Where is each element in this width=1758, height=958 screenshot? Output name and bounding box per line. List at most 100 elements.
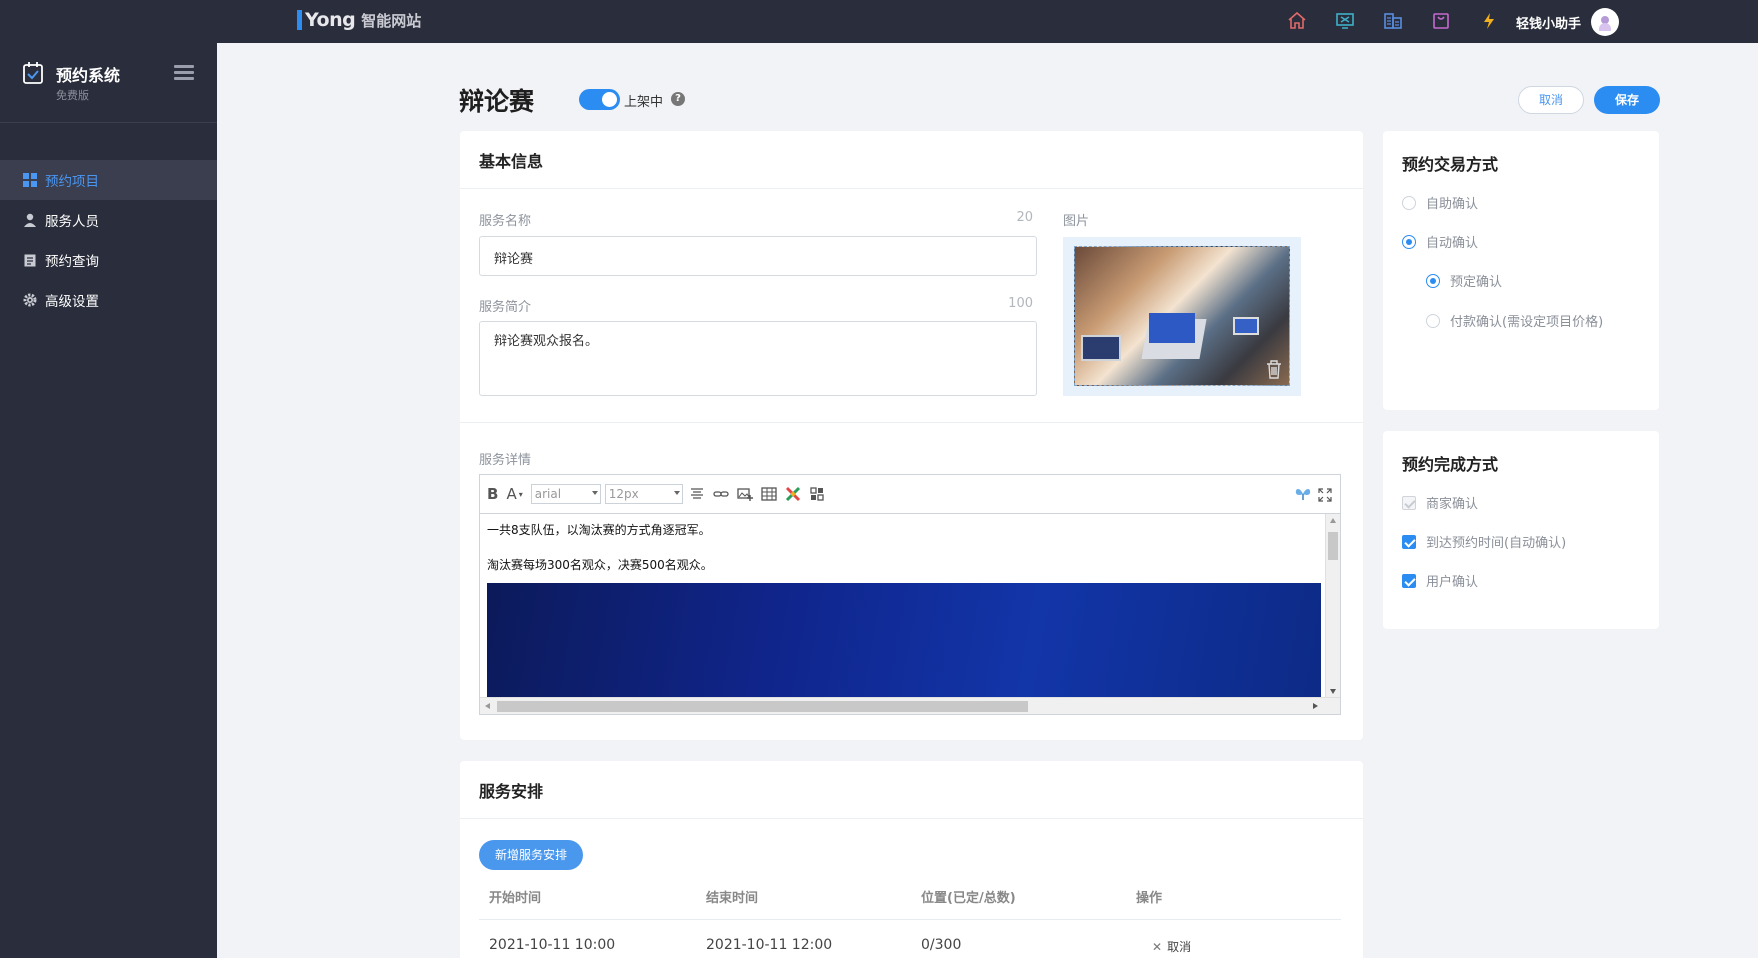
booking-complete-card: 预约完成方式 商家确认 到达预约时间(自动确认) 用户确认 — [1383, 431, 1659, 629]
trash-icon[interactable] — [1265, 359, 1283, 379]
align-icon[interactable] — [689, 486, 705, 502]
bag-icon[interactable] — [1428, 8, 1454, 34]
checkbox-user-confirm[interactable]: 用户确认 — [1402, 571, 1478, 590]
service-name-input[interactable]: 辩论赛 — [479, 236, 1037, 276]
table-cell-start: 2021-10-11 10:00 — [489, 937, 616, 953]
checkbox[interactable] — [1402, 573, 1416, 588]
basic-info-title: 基本信息 — [460, 131, 1363, 189]
checkbox-merchant-confirm[interactable]: 商家确认 — [1402, 493, 1478, 512]
booking-complete-title: 预约完成方式 — [1402, 455, 1499, 474]
brand-yong: Yong — [305, 9, 356, 31]
building-icon[interactable] — [1380, 8, 1406, 34]
butterfly-icon[interactable] — [1294, 486, 1312, 502]
gear-icon — [23, 293, 37, 307]
sidebar-item-label: 预约项目 — [45, 174, 99, 190]
cancel-schedule-button[interactable]: ✕ 取消 — [1152, 938, 1191, 955]
radio-label: 预定确认 — [1450, 275, 1503, 290]
service-name-limit: 20 — [1016, 210, 1033, 225]
user-menu[interactable]: 轻钱小助手 — [1516, 8, 1620, 36]
add-schedule-button[interactable]: 新增服务安排 — [479, 840, 583, 870]
link-icon[interactable] — [713, 486, 729, 502]
sidebar-item-staff[interactable]: 服务人员 — [0, 200, 217, 240]
sidebar-item-query[interactable]: 预约查询 — [0, 240, 217, 280]
editor-content[interactable]: 一共8支队伍，以淘汰赛的方式角逐冠军。 淘汰赛每场300名观众，决赛500名观众… — [480, 514, 1327, 698]
column-header-seats: 位置(已定/总数) — [921, 891, 1016, 906]
radio-label: 付款确认(需设定项目价格) — [1450, 315, 1604, 330]
font-size-select[interactable]: 12px — [604, 484, 683, 504]
cancel-button[interactable]: 取消 — [1518, 86, 1584, 114]
cancel-schedule-label: 取消 — [1167, 940, 1192, 954]
home-icon[interactable] — [1284, 8, 1310, 34]
insert-image-icon[interactable] — [737, 486, 753, 502]
radio-label: 自动确认 — [1426, 236, 1479, 251]
service-detail-label: 服务详情 — [479, 453, 532, 468]
font-family-select[interactable]: arial — [530, 484, 601, 504]
page-title: 辩论赛 — [459, 87, 535, 116]
checkbox[interactable] — [1402, 534, 1416, 549]
bold-button[interactable]: B — [487, 485, 498, 503]
booking-trade-card: 预约交易方式 自助确认 自动确认 预定确认 付款确认(需设定项目价格) — [1383, 131, 1659, 410]
help-icon[interactable]: ? — [671, 92, 685, 106]
sidebar-header: 预约系统 免费版 — [0, 43, 217, 123]
table-cell-seats: 0/300 — [921, 937, 962, 953]
calendar-check-icon — [22, 61, 44, 85]
font-family-value: arial — [534, 487, 562, 501]
listing-toggle[interactable] — [579, 89, 620, 110]
radio-auto-confirm[interactable]: 自动确认 — [1402, 232, 1478, 251]
editor-banner-image — [487, 583, 1321, 698]
radio-payment-confirm[interactable]: 付款确认(需设定项目价格) — [1426, 311, 1603, 330]
sidebar-item-label: 高级设置 — [45, 294, 99, 310]
checkbox-label: 到达预约时间(自动确认) — [1426, 536, 1567, 551]
radio-button[interactable] — [1402, 195, 1416, 210]
rich-text-editor[interactable]: B A ▾ arial 12px 一共8支队伍，以淘汰赛的方式角逐冠军。 淘汰赛每… — [479, 474, 1341, 715]
editor-vertical-scrollbar[interactable] — [1325, 514, 1340, 698]
close-icon: ✕ — [1152, 939, 1163, 954]
font-color-icon: A — [506, 485, 517, 503]
radio-reserve-confirm[interactable]: 预定确认 — [1426, 271, 1502, 290]
sidebar-item-advanced-settings[interactable]: 高级设置 — [0, 280, 217, 320]
service-schedule-card: 服务安排 新增服务安排 开始时间 结束时间 位置(已定/总数) 操作 2021-… — [460, 761, 1363, 958]
radio-button[interactable] — [1426, 313, 1440, 328]
font-color-button[interactable]: A ▾ — [506, 485, 522, 503]
listing-status-label: 上架中 — [624, 95, 664, 110]
section-divider — [460, 422, 1363, 423]
sidebar-subtitle: 免费版 — [56, 89, 89, 102]
monitor-icon[interactable] — [1332, 8, 1358, 34]
sidebar-nav: 预约项目 服务人员 预约查询 高级设置 — [0, 160, 217, 320]
service-image — [1074, 246, 1290, 386]
lightning-icon[interactable] — [1476, 8, 1502, 34]
column-header-actions: 操作 — [1136, 891, 1163, 906]
sidebar-item-booking-projects[interactable]: 预约项目 — [0, 160, 217, 200]
radio-button[interactable] — [1426, 273, 1440, 288]
clipboard-icon — [23, 253, 37, 267]
hamburger-menu-icon[interactable] — [174, 65, 194, 81]
radio-self-confirm[interactable]: 自助确认 — [1402, 193, 1478, 212]
table-icon[interactable] — [761, 486, 777, 502]
editor-horizontal-scrollbar[interactable] — [480, 697, 1340, 714]
checkbox-label: 商家确认 — [1426, 497, 1479, 512]
save-button[interactable]: 保存 — [1594, 86, 1660, 114]
image-label: 图片 — [1063, 214, 1090, 229]
checkbox-arrival-time[interactable]: 到达预约时间(自动确认) — [1402, 532, 1566, 551]
service-intro-textarea[interactable]: 辩论赛观众报名。 — [479, 321, 1037, 396]
editor-paragraph: 一共8支队伍，以淘汰赛的方式角逐冠军。 — [487, 523, 711, 537]
fullscreen-icon[interactable] — [1318, 487, 1332, 502]
radio-button[interactable] — [1402, 234, 1416, 249]
checkbox[interactable] — [1402, 495, 1416, 510]
service-intro-limit: 100 — [1008, 296, 1033, 311]
avatar[interactable] — [1591, 8, 1620, 36]
brand-logo[interactable]: Yong 智能网站 — [297, 7, 421, 33]
service-schedule-title: 服务安排 — [460, 761, 1363, 819]
source-icon[interactable] — [809, 486, 825, 502]
sidebar-item-label: 预约查询 — [45, 254, 99, 270]
brand-subtitle: 智能网站 — [361, 11, 422, 30]
table-header-divider — [479, 919, 1341, 920]
radio-label: 自助确认 — [1426, 197, 1479, 212]
service-intro-label: 服务简介 — [479, 300, 532, 315]
font-size-value: 12px — [608, 487, 639, 501]
user-name: 轻钱小助手 — [1516, 16, 1582, 32]
image-upload-box[interactable] — [1063, 237, 1301, 396]
clear-format-icon[interactable] — [785, 486, 801, 502]
sidebar: 预约系统 免费版 预约项目 服务人员 预约查询 高级设置 — [0, 43, 217, 958]
service-name-label: 服务名称 — [479, 214, 532, 229]
